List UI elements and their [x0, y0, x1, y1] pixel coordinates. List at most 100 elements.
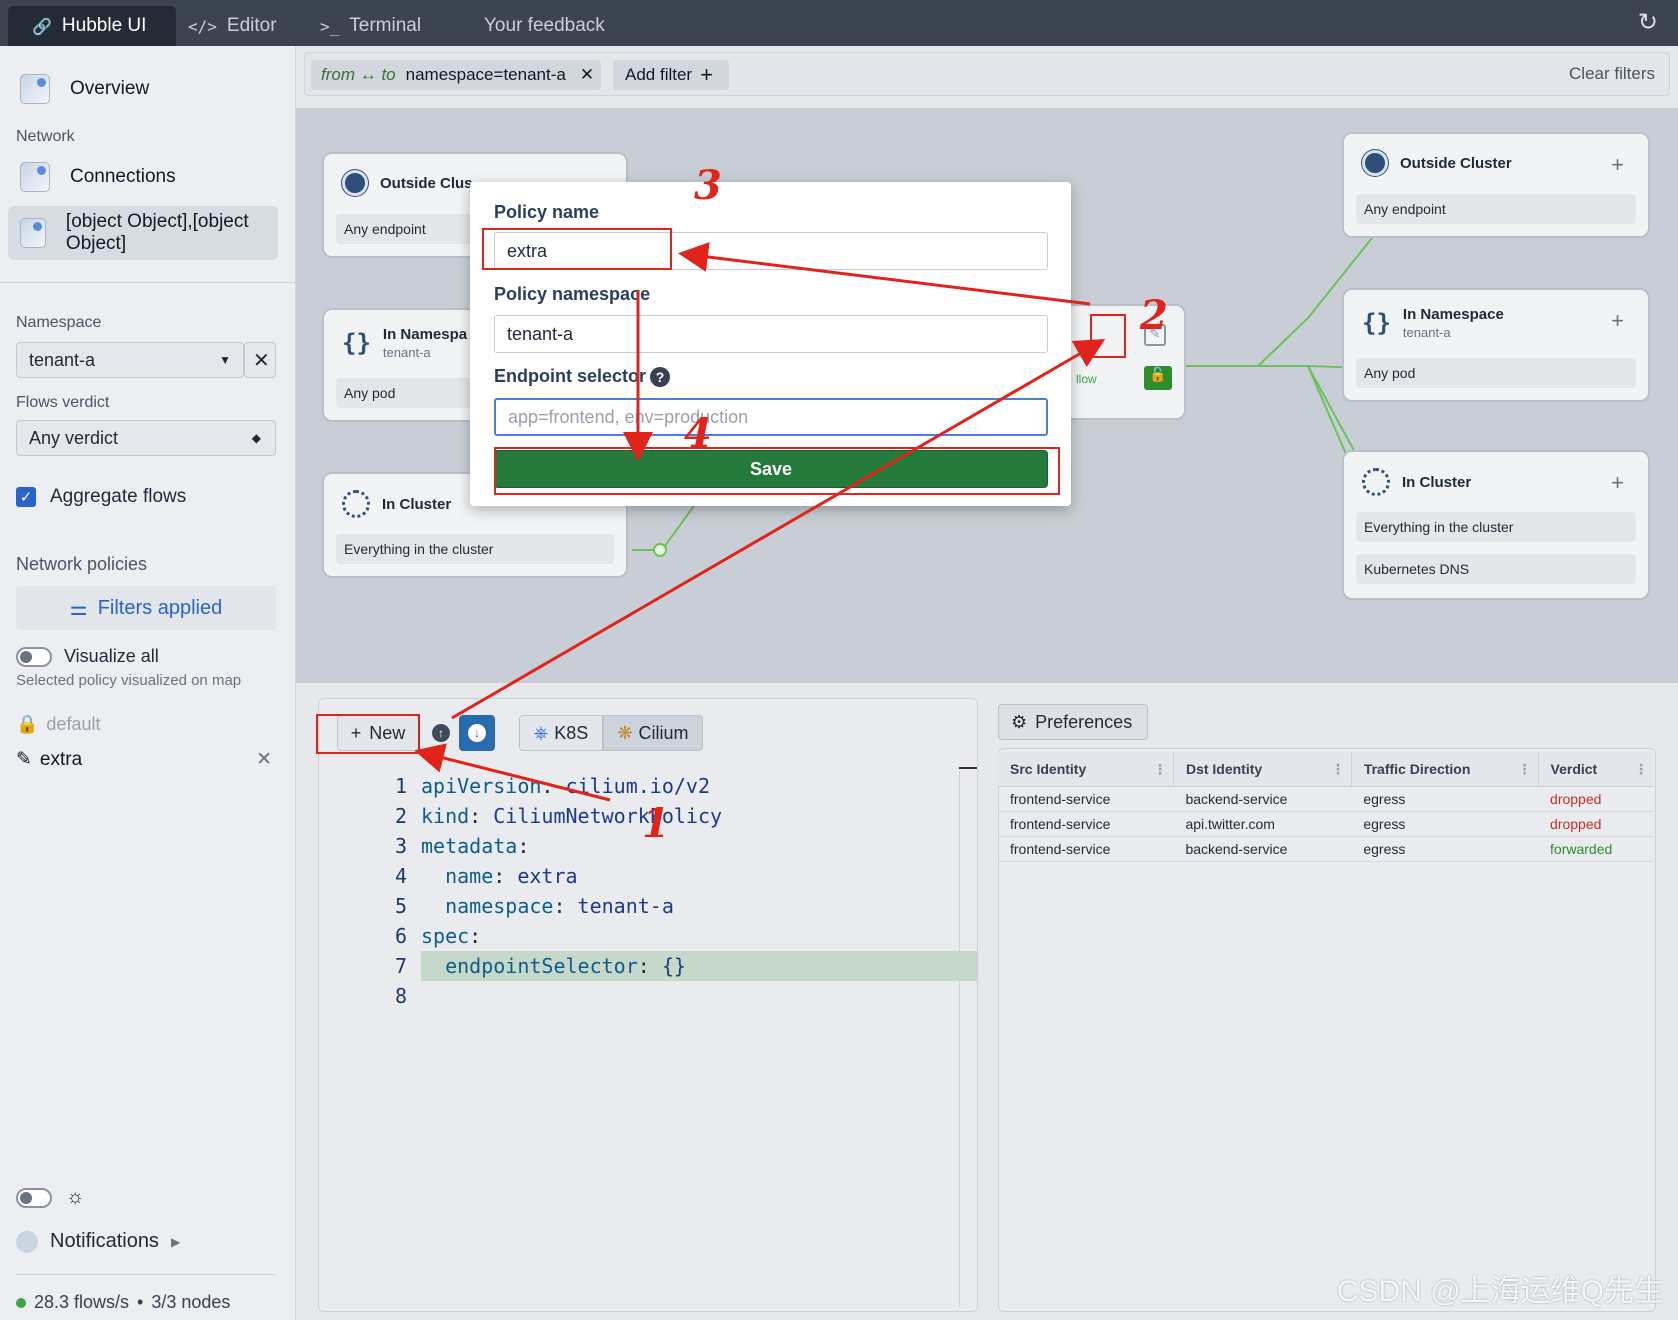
line-number: 8 [394, 984, 407, 1008]
tab-hubble-ui[interactable]: 🔗 Hubble UI [8, 6, 177, 46]
help-icon[interactable]: ? [650, 367, 671, 388]
card-title: Outside Clus [380, 174, 473, 192]
policy-editor: + New ↑ ↓ ⎈ K8S ❋ Cilium 1 apiVersion: ci… [318, 698, 978, 1312]
sidebar-item-policies[interactable]: [object Object],[object Object] [8, 206, 278, 260]
top-bar: 🔗 Hubble UI </> Editor >_ Terminal Your … [0, 0, 1678, 46]
endpoint-selector-input[interactable]: app=frontend, env=production [494, 398, 1048, 436]
connections-icon [20, 162, 50, 192]
network-policies-label: Network policies [16, 554, 148, 574]
namespace-icon: {} [1362, 309, 1391, 337]
code-editor[interactable]: 1 apiVersion: cilium.io/v2 2 kind: CiliumN… [379, 771, 722, 1011]
column-menu-icon[interactable]: ⋮ [1153, 761, 1167, 778]
column-header[interactable]: Dst Identity ⋮ [1173, 752, 1352, 787]
filters-applied-button[interactable]: ⚌ Filters applied [16, 586, 276, 630]
close-icon: ✕ [253, 349, 270, 372]
endpoint-selector-label-text: Endpoint selector [494, 366, 647, 386]
aggregate-flows-label: Aggregate flows [50, 486, 187, 507]
card-header: In Cluster [1362, 468, 1471, 496]
dst-identity: api.twitter.com [1173, 811, 1352, 837]
traffic-direction: egress [1351, 786, 1539, 812]
aggregate-flows-row: ✓ Aggregate flows [16, 486, 186, 508]
k8s-toggle[interactable]: ⎈ K8S [519, 715, 603, 751]
card-row: Any endpoint [1356, 194, 1636, 224]
overview-icon [20, 74, 50, 104]
line-number: 2 [394, 804, 407, 828]
column-menu-icon[interactable]: ⋮ [1634, 761, 1648, 778]
theme-row: ☼ [16, 1186, 84, 1209]
tab-feedback[interactable]: Your feedback [484, 6, 605, 46]
aggregate-flows-checkbox[interactable]: ✓ [16, 487, 36, 507]
flows-rate: 28.3 flows/s [34, 1292, 130, 1312]
line-number: 3 [394, 834, 407, 858]
upload-icon: ↑ [432, 724, 450, 742]
column-menu-icon[interactable]: ⋮ [1518, 761, 1532, 778]
namespace-icon: {} [342, 329, 371, 357]
tab-label: Your feedback [484, 15, 605, 36]
dst-identity: backend-service [1173, 786, 1352, 812]
annotation-step-4: 4 [684, 410, 712, 457]
separator: • [137, 1292, 144, 1312]
policy-item-extra[interactable]: ✎ extra ✕ [16, 748, 276, 771]
flows-panel: ⚙ Preferences Src Identity ⋮ Dst Identity… [998, 698, 1656, 1312]
add-filter-button[interactable]: Add filter + [613, 60, 729, 90]
column-header[interactable]: Verdict ⋮ [1538, 752, 1654, 787]
line-number: 4 [394, 864, 407, 888]
sidebar-item-connections[interactable]: Connections [8, 150, 278, 204]
filter-chip[interactable]: from ↔ to namespace=tenant-a ✕ [311, 60, 601, 90]
column-header[interactable]: Traffic Direction ⋮ [1351, 752, 1539, 787]
verdict-select[interactable]: Any verdict ◆ [16, 420, 276, 456]
table-row[interactable]: frontend-service api.twitter.com egress … [998, 811, 1654, 837]
column-header[interactable]: Src Identity ⋮ [998, 752, 1174, 787]
add-icon[interactable]: + [1611, 308, 1624, 334]
policy-namespace-label: Policy namespace [494, 284, 651, 304]
map-card-in-cluster-right[interactable]: In Cluster + Everything in the cluster K… [1342, 450, 1650, 600]
card-subtitle: tenant-a [382, 345, 431, 360]
tab-editor[interactable]: </> Editor [188, 6, 277, 46]
yaml-value: CiliumNetworkPolicy [493, 804, 723, 828]
refresh-icon[interactable]: ↻ [1638, 8, 1658, 37]
column-menu-icon[interactable]: ⋮ [1331, 761, 1345, 778]
cilium-toggle[interactable]: ❋ Cilium [603, 715, 703, 751]
table-row[interactable]: frontend-service backend-service egress … [998, 836, 1654, 862]
close-icon[interactable]: ✕ [580, 65, 594, 85]
filter-value: namespace=tenant-a [405, 65, 566, 84]
card-subtitle: tenant-a [1402, 325, 1451, 340]
theme-toggle[interactable] [16, 1187, 52, 1208]
yaml-key: name [421, 864, 494, 888]
namespace-select[interactable]: tenant-a ▼ [16, 342, 244, 378]
download-button[interactable]: ↓ [459, 715, 495, 751]
map-card-in-namespace-right[interactable]: {} In Namespace tenant-a + Any pod [1342, 288, 1650, 402]
map-card-outside-cluster-right[interactable]: Outside Cluster + Any endpoint [1342, 132, 1650, 238]
code-line: 2 kind: CiliumNetworkPolicy [379, 801, 722, 831]
tab-terminal[interactable]: >_ Terminal [320, 6, 421, 46]
add-icon[interactable]: + [1611, 470, 1624, 496]
scrollbar-handle[interactable] [959, 767, 977, 769]
clear-filters-button[interactable]: Clear filters [1569, 64, 1655, 84]
sidebar-item-overview[interactable]: Overview [8, 62, 278, 116]
upload-button[interactable]: ↑ [423, 715, 459, 751]
code-line: 8 [379, 981, 722, 1011]
tab-label: Editor [226, 15, 277, 36]
add-icon[interactable]: + [1611, 152, 1624, 178]
network-section-label: Network [16, 128, 75, 145]
sidebar-item-label: [object Object],[object Object] [65, 211, 249, 254]
preferences-button[interactable]: ⚙ Preferences [998, 704, 1148, 740]
sidebar-item-label: Overview [70, 78, 150, 99]
card-header: Outside Clus [342, 170, 473, 196]
table-row[interactable]: frontend-service backend-service egress … [998, 786, 1654, 812]
link-icon: 🔗 [32, 16, 52, 36]
endpoint-selector-label: Endpoint selector? [494, 366, 671, 388]
column-label: Dst Identity [1185, 760, 1263, 777]
policy-name: extra [39, 748, 83, 770]
unlock-icon[interactable]: 🔓 [1144, 366, 1172, 390]
flows-verdict-label: Flows verdict [16, 394, 110, 411]
clear-namespace-button[interactable]: ✕ [244, 342, 276, 378]
notifications-row[interactable]: Notifications ▶ [16, 1230, 180, 1253]
remove-policy-icon[interactable]: ✕ [256, 748, 272, 771]
policy-item-default[interactable]: 🔒 default [16, 714, 100, 735]
policy-name: default [46, 714, 101, 734]
visualize-all-toggle[interactable] [16, 646, 52, 667]
policy-namespace-input[interactable]: tenant-a [494, 315, 1048, 353]
visualize-hint: Selected policy visualized on map [16, 672, 242, 689]
yaml-key: namespace [421, 894, 554, 918]
